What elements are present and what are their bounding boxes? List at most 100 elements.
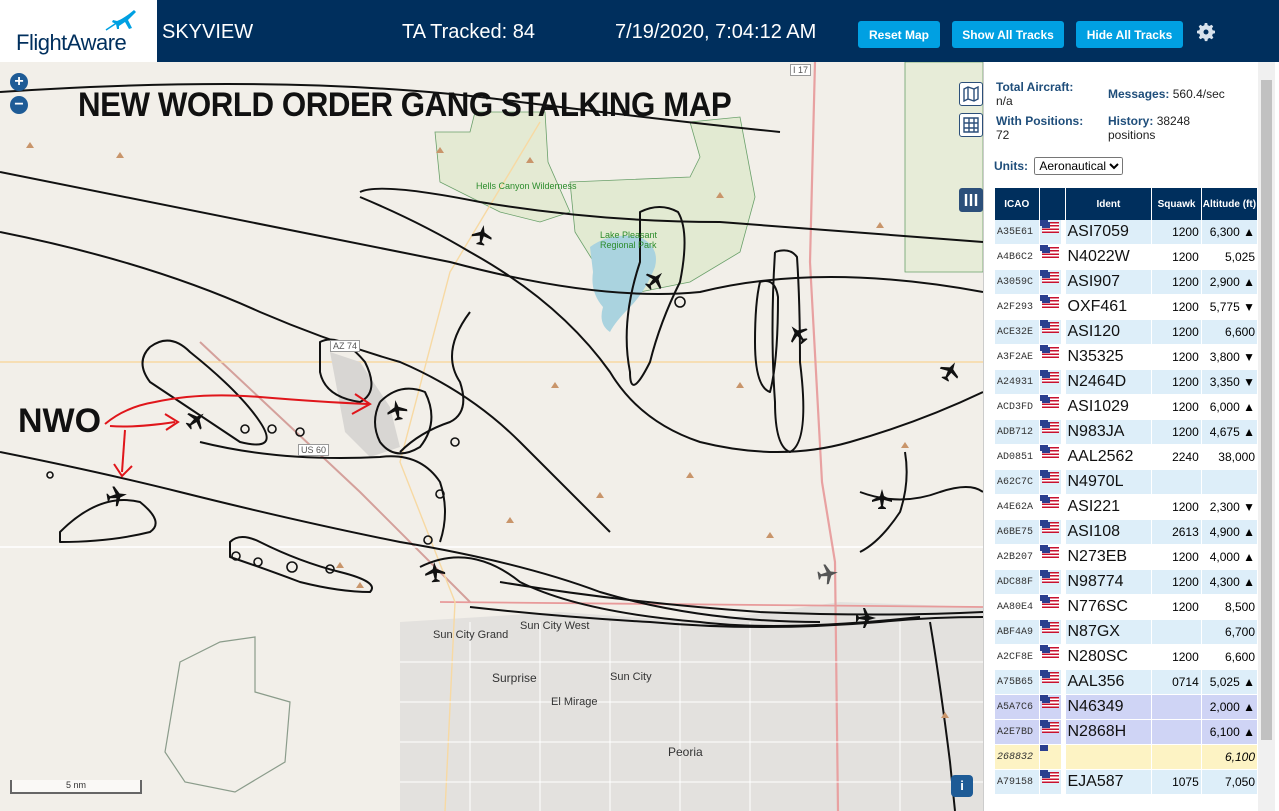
table-row[interactable]: A2F293 OXF461 1200 5,775 ▼ <box>995 295 1257 320</box>
table-row[interactable]: A2B207 N273EB 1200 4,000 ▲ <box>995 545 1257 570</box>
altitude-cell: 6,600 <box>1201 320 1257 345</box>
us-flag-icon <box>1041 572 1059 584</box>
us-flag-icon <box>1041 222 1059 234</box>
column-toggle-button[interactable] <box>959 188 983 212</box>
altitude-cell: 2,900 ▲ <box>1201 270 1257 295</box>
ident-cell: N280SC <box>1065 645 1152 670</box>
table-row[interactable]: ACD3FD ASI1029 1200 6,000 ▲ <box>995 395 1257 420</box>
column-header-altitude[interactable]: Altitude (ft) <box>1201 188 1257 220</box>
ta-tracked-count: TA Tracked: 84 <box>402 21 536 43</box>
flag-cell <box>1039 645 1061 670</box>
table-row[interactable]: A62C7C N4970L <box>995 470 1257 495</box>
altitude-cell: 3,350 ▼ <box>1201 370 1257 395</box>
squawk-cell: 1200 <box>1152 345 1201 370</box>
info-button[interactable]: i <box>951 775 973 797</box>
gear-icon[interactable] <box>1194 20 1218 44</box>
table-row[interactable]: A35E61 ASI7059 1200 6,300 ▲ <box>995 220 1257 245</box>
table-row[interactable]: A75B65 AAL356 0714 5,025 ▲ <box>995 670 1257 695</box>
show-all-tracks-button[interactable]: Show All Tracks <box>952 21 1064 48</box>
icao-cell: A2F293 <box>995 295 1039 320</box>
altitude-cell: 4,000 ▲ <box>1201 545 1257 570</box>
table-row[interactable]: ABF4A9 N87GX 6,700 <box>995 620 1257 645</box>
altitude-cell: 4,900 ▲ <box>1201 520 1257 545</box>
flag-cell <box>1039 595 1061 620</box>
us-flag-icon <box>1041 472 1059 484</box>
column-header-flag[interactable] <box>1039 188 1065 220</box>
ident-cell: EJA587 <box>1065 770 1152 795</box>
flag-cell <box>1039 720 1061 745</box>
table-row[interactable]: 268832 6,100 <box>995 745 1257 770</box>
table-row[interactable]: AA80E4 N776SC 1200 8,500 <box>995 595 1257 620</box>
squawk-cell <box>1152 695 1201 720</box>
with-positions-stat: With Positions: 72 <box>996 114 1083 142</box>
flag-cell <box>1039 420 1061 445</box>
grid-icon <box>963 117 979 133</box>
table-row[interactable]: ACE32E ASI120 1200 6,600 <box>995 320 1257 345</box>
place-lake-pleasant: Lake Pleasant Regional Park <box>600 230 658 250</box>
table-row[interactable]: A2E7BD N2868H 6,100 ▲ <box>995 720 1257 745</box>
flag-cell <box>1039 570 1061 595</box>
ident-cell: N2464D <box>1065 370 1152 395</box>
place-sun-city-west: Sun City West <box>520 620 590 632</box>
zoom-out-button[interactable]: − <box>10 96 28 114</box>
reset-map-button[interactable]: Reset Map <box>858 21 940 48</box>
table-row[interactable]: A3059C ASI907 1200 2,900 ▲ <box>995 270 1257 295</box>
altitude-cell: 5,775 ▼ <box>1201 295 1257 320</box>
squawk-cell: 2613 <box>1152 520 1201 545</box>
history-label: History: <box>1108 114 1154 128</box>
altitude-cell: 6,000 ▲ <box>1201 395 1257 420</box>
squawk-cell <box>1152 720 1201 745</box>
table-row[interactable]: AD0851 AAL2562 2240 38,000 <box>995 445 1257 470</box>
squawk-cell: 1200 <box>1152 545 1201 570</box>
altitude-cell: 4,300 ▲ <box>1201 570 1257 595</box>
scrollbar-thumb[interactable] <box>1261 80 1272 740</box>
map-grid-button[interactable] <box>959 113 983 137</box>
squawk-cell: 1200 <box>1152 370 1201 395</box>
map-layers-button[interactable] <box>959 82 983 106</box>
squawk-cell <box>1152 620 1201 645</box>
icao-cell: AD0851 <box>995 445 1039 470</box>
us-flag-icon <box>1041 597 1059 609</box>
squawk-cell: 1200 <box>1152 420 1201 445</box>
table-row[interactable]: ADB712 N983JA 1200 4,675 ▲ <box>995 420 1257 445</box>
icao-cell: ABF4A9 <box>995 620 1039 645</box>
hide-all-tracks-button[interactable]: Hide All Tracks <box>1076 21 1183 48</box>
icao-cell: ADB712 <box>995 420 1039 445</box>
icao-cell: AA80E4 <box>995 595 1039 620</box>
ident-cell: ASI120 <box>1065 320 1152 345</box>
squawk-cell: 1200 <box>1152 295 1201 320</box>
squawk-cell: 1200 <box>1152 220 1201 245</box>
table-row[interactable]: ADC88F N98774 1200 4,300 ▲ <box>995 570 1257 595</box>
us-flag-icon <box>1041 297 1059 309</box>
zoom-in-button[interactable]: + <box>10 73 28 91</box>
total-aircraft-stat: Total Aircraft: n/a <box>996 80 1073 108</box>
table-row[interactable]: A79158 EJA587 1075 7,050 <box>995 770 1257 795</box>
icao-cell: A35E61 <box>995 220 1039 245</box>
table-row[interactable]: A4E62A ASI221 1200 2,300 ▼ <box>995 495 1257 520</box>
table-row[interactable]: A5A7C6 N46349 2,000 ▲ <box>995 695 1257 720</box>
column-header-ident[interactable]: Ident <box>1065 188 1152 220</box>
icao-cell: A75B65 <box>995 670 1039 695</box>
table-row[interactable]: A4B6C2 N4022W 1200 5,025 <box>995 245 1257 270</box>
table-row[interactable]: A2CF8E N280SC 1200 6,600 <box>995 645 1257 670</box>
column-header-squawk[interactable]: Squawk <box>1152 188 1201 220</box>
table-row[interactable]: A6BE75 ASI108 2613 4,900 ▲ <box>995 520 1257 545</box>
icao-cell: A2B207 <box>995 545 1039 570</box>
logo[interactable]: FlightAware <box>0 0 157 62</box>
us-flag-icon <box>1041 622 1059 634</box>
squawk-cell: 1200 <box>1152 245 1201 270</box>
icao-cell: A3059C <box>995 270 1039 295</box>
history-stat: History: 38248 positions <box>1108 114 1190 142</box>
sidebar-scrollbar[interactable] <box>1258 62 1275 811</box>
table-row[interactable]: A24931 N2464D 1200 3,350 ▼ <box>995 370 1257 395</box>
place-surprise: Surprise <box>492 671 537 685</box>
column-header-icao[interactable]: ICAO <box>995 188 1039 220</box>
units-select[interactable]: Aeronautical <box>1034 157 1124 175</box>
us-flag-icon <box>1041 722 1059 734</box>
map-canvas[interactable]: NEW WORLD ORDER GANG STALKING MAP NWO + … <box>0 62 983 811</box>
flag-cell <box>1039 745 1061 770</box>
road-us60: US 60 <box>298 444 330 456</box>
table-row[interactable]: A3F2AE N35325 1200 3,800 ▼ <box>995 345 1257 370</box>
altitude-cell: 3,800 ▼ <box>1201 345 1257 370</box>
icao-cell: A4B6C2 <box>995 245 1039 270</box>
